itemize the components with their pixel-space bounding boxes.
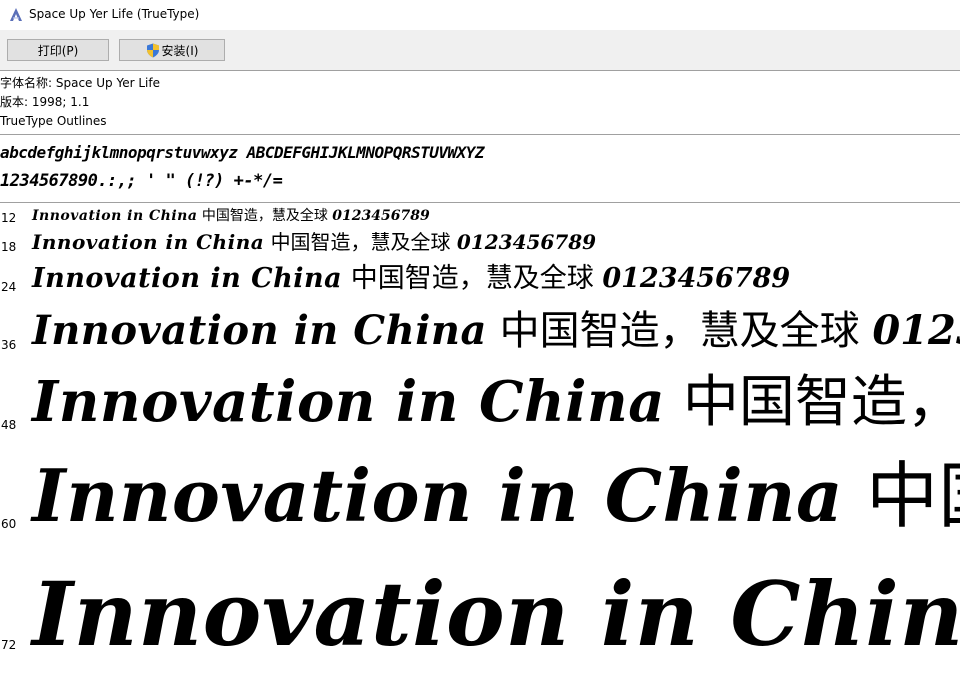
sample-digits: 0123456789 xyxy=(602,263,791,294)
size-label: 60 xyxy=(1,517,17,531)
sample-row-60: 60 Innovation in China 中国智造，慧及全球 0123456… xyxy=(0,452,960,552)
toolbar: 打印(P) 安装(I) xyxy=(0,30,960,71)
sample-latin: Innovation in China xyxy=(32,453,844,538)
sample-text: Innovation in China 中国智造，慧及全球 0123456789 xyxy=(32,374,960,431)
font-version-text: 版本: 1998; 1.1 xyxy=(0,95,90,109)
sample-cjk: 中国智造，慧及全球 xyxy=(270,230,451,254)
size-label: 18 xyxy=(1,240,17,254)
charset-line-letters: abcdefghijklmnopqrstuvwxyz ABCDEFGHIJKLM… xyxy=(0,143,485,162)
sample-cjk: 中国智造，慧及全球 xyxy=(866,454,960,538)
sample-digits: 0123456789 xyxy=(332,208,430,224)
font-outline-type-text: TrueType Outlines xyxy=(0,114,107,128)
sample-text: Innovation in China 中国智造，慧及全球 0123456789 xyxy=(32,209,430,223)
sample-row-48: 48 Innovation in China 中国智造，慧及全球 0123456… xyxy=(0,368,960,448)
size-label: 48 xyxy=(1,418,17,432)
sample-latin: Innovation in China xyxy=(32,307,487,354)
sample-text: Innovation in China 中国智造，慧及全球 0123456789 xyxy=(32,265,790,292)
sample-cjk: 中国智造，慧及全球 xyxy=(201,208,328,224)
sample-row-18: 18 Innovation in China 中国智造，慧及全球 0123456… xyxy=(0,230,960,260)
sample-cjk: 中国智造，慧及全球 xyxy=(682,370,960,435)
sample-row-36: 36 Innovation in China 中国智造，慧及全球 0123456… xyxy=(0,305,960,365)
charset-line-symbols: 1234567890.:,; ' " (!?) +-*/= xyxy=(0,171,283,191)
print-button-label: 打印(P) xyxy=(37,43,79,58)
font-info: 字体名称: Space Up Yer Life 版本: 1998; 1.1 Tr… xyxy=(0,74,160,131)
print-button[interactable]: 打印(P) xyxy=(7,39,109,61)
install-button[interactable]: 安装(I) xyxy=(119,39,225,61)
sample-cjk: 中国智造，慧及全球 xyxy=(499,308,860,354)
sample-digits: 0123456789 xyxy=(872,307,960,354)
window-title: Space Up Yer Life (TrueType) xyxy=(29,7,200,21)
size-label: 72 xyxy=(1,638,17,652)
sample-text: Innovation in China 中国智造，慧及全球 0123456789 xyxy=(32,308,960,354)
sample-text: Innovation in China 中国智造，慧及全球 0123456789 xyxy=(32,232,596,252)
title-bar: Space Up Yer Life (TrueType) xyxy=(0,0,960,30)
font-name-text: 字体名称: Space Up Yer Life xyxy=(0,76,160,90)
divider xyxy=(0,202,960,203)
sample-digits: 0123456789 xyxy=(456,230,597,254)
sample-latin: Innovation in China xyxy=(32,208,198,224)
size-label: 24 xyxy=(1,280,17,294)
sample-text: Innovation in China 中国智造，慧及全球 0123456789 xyxy=(32,460,960,533)
sample-cjk: 中国智造，慧及全球 xyxy=(350,263,594,294)
sample-row-24: 24 Innovation in China 中国智造，慧及全球 0123456… xyxy=(0,262,960,302)
sample-row-12: 12 Innovation in China 中国智造，慧及全球 0123456… xyxy=(0,205,960,230)
sample-latin: Innovation in China xyxy=(32,230,265,254)
sample-latin: Innovation in China xyxy=(32,263,343,294)
size-label: 36 xyxy=(1,338,17,352)
divider xyxy=(0,134,960,135)
sample-row-72: 72 Innovation in China 中国智造，慧及全球 0123456… xyxy=(0,560,960,700)
size-label: 12 xyxy=(1,211,17,225)
sample-text: Innovation in China 中国智造，慧及全球 0123456789 xyxy=(32,570,960,659)
install-button-label: 安装(I) xyxy=(161,43,199,58)
font-viewer-icon xyxy=(10,8,22,21)
sample-latin: Innovation in China xyxy=(32,369,666,435)
sample-latin: Innovation in China xyxy=(32,562,960,666)
uac-shield-icon xyxy=(146,43,159,57)
